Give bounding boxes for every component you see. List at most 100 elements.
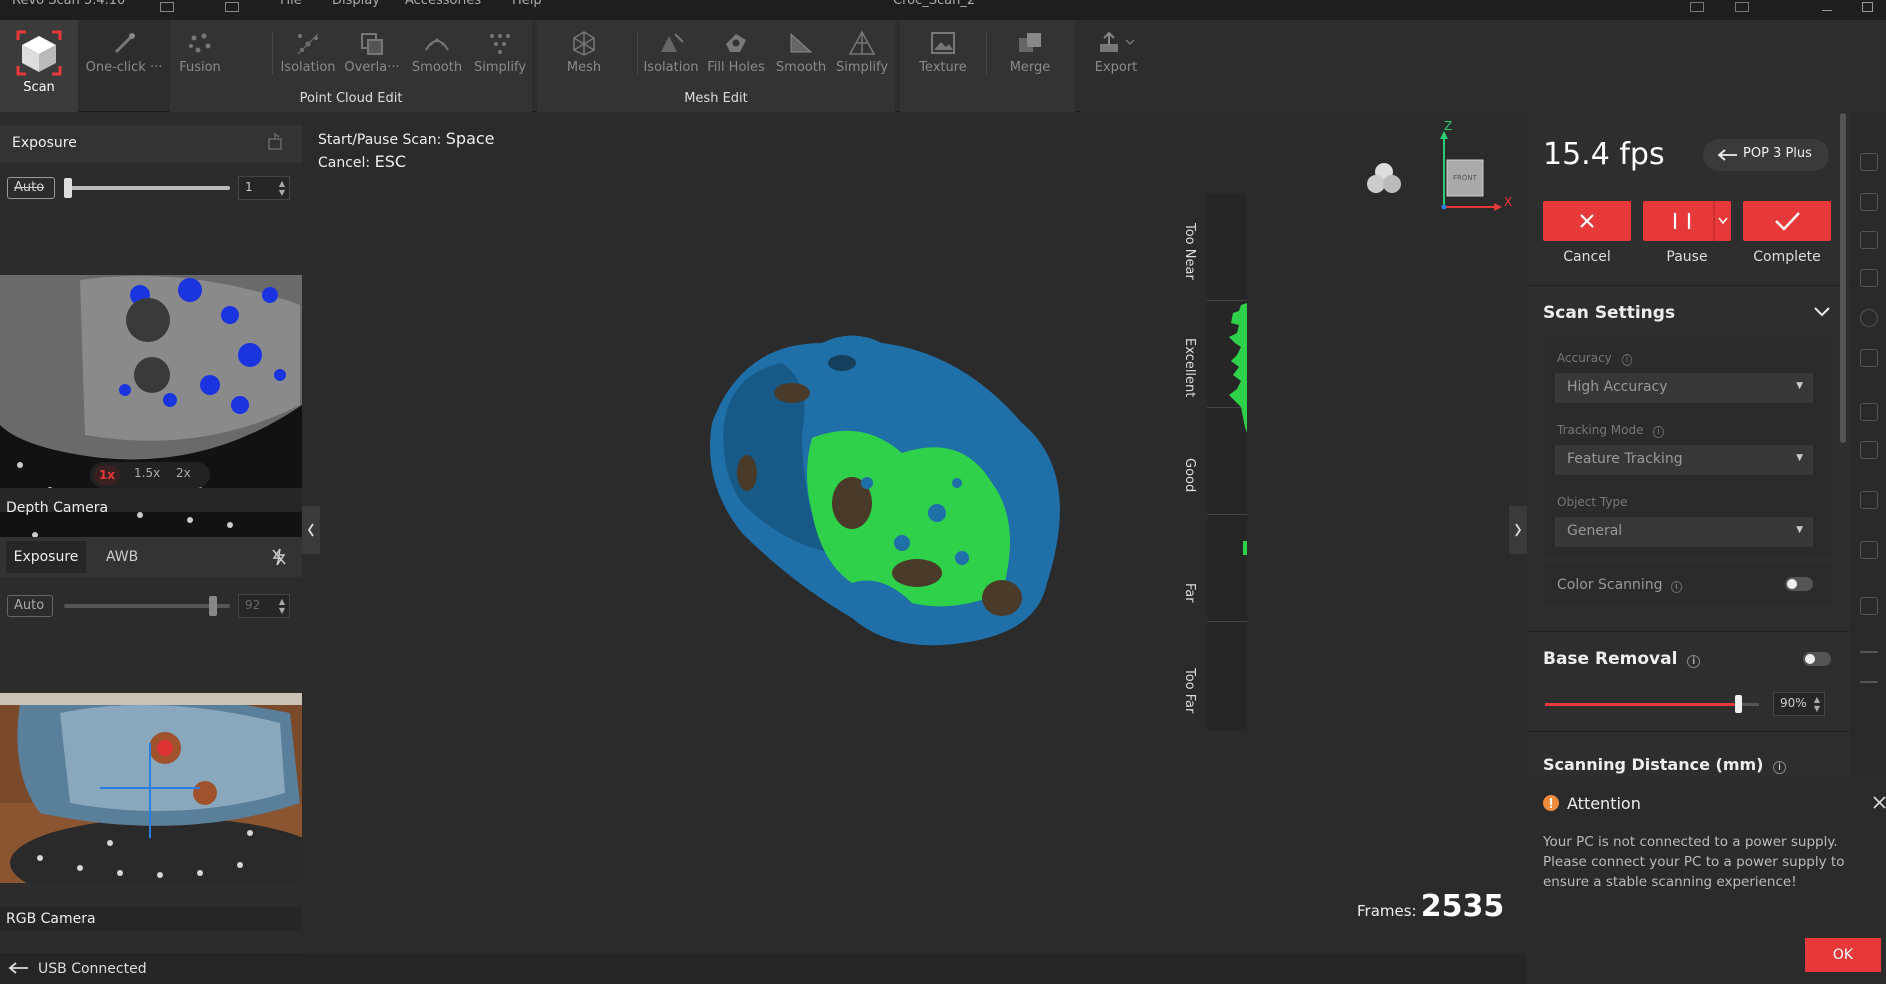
tab-exposure[interactable]: Exposure [6, 541, 86, 573]
flash-off-icon[interactable] [270, 547, 288, 567]
zoom-2x[interactable]: 2x [176, 466, 191, 480]
base-removal-toggle[interactable] [1803, 652, 1831, 666]
rgb-camera-preview[interactable] [0, 693, 302, 883]
rgb-exposure-slider[interactable] [64, 604, 230, 608]
zoom-1x[interactable]: 1x [94, 465, 120, 485]
mesh-button[interactable]: Mesh [559, 24, 609, 84]
annotation-icon[interactable] [1860, 441, 1878, 459]
stats-icon[interactable] [1860, 597, 1878, 615]
menu-accessories[interactable]: Accessories [405, 0, 481, 8]
scanning-distance-title: Scanning Distance (mm) i [1543, 755, 1786, 774]
info-icon[interactable]: i [1687, 655, 1701, 668]
tracking-mode-dropdown[interactable]: Feature Tracking ▼ [1555, 445, 1813, 475]
menu-display[interactable]: Display [332, 0, 380, 8]
pause-button[interactable] [1643, 201, 1731, 241]
point-cloud-edit-group: Fusion Isolation Overla··· Smooth Simpli… [170, 20, 532, 112]
tab-awb[interactable]: AWB [106, 549, 138, 565]
spin-arrows-icon[interactable]: ▲ ▼ [279, 597, 285, 615]
info-icon[interactable]: i [1671, 581, 1682, 593]
redo-icon[interactable] [1860, 681, 1878, 683]
accuracy-label: Accuracy i [1557, 351, 1633, 366]
invert-select-icon[interactable] [1860, 309, 1878, 327]
toolbar-divider [637, 32, 638, 74]
maximize-icon[interactable] [1862, 2, 1873, 12]
collapse-left-button[interactable] [302, 506, 320, 554]
info-icon[interactable]: i [1653, 426, 1664, 438]
save-icon[interactable] [160, 2, 174, 12]
settings-icon[interactable] [1735, 2, 1749, 12]
zoom-1-5x[interactable]: 1.5x [134, 466, 160, 480]
scanned-model[interactable] [702, 313, 1082, 663]
ok-button[interactable]: OK [1805, 938, 1881, 972]
one-click-button[interactable]: One-click ··· [84, 24, 164, 84]
select-tool-icon[interactable] [1860, 153, 1878, 171]
restore-icon[interactable] [265, 131, 285, 153]
depth-exposure-slider[interactable] [68, 186, 230, 190]
minimize-icon[interactable] [1822, 10, 1832, 11]
pc-simplify-button[interactable]: Simplify [468, 24, 532, 84]
window-icon[interactable] [225, 2, 239, 12]
texture-button[interactable]: Texture [912, 24, 974, 84]
fill-holes-button[interactable]: Fill Holes [703, 24, 769, 84]
complete-button[interactable] [1743, 201, 1831, 241]
panel-scrollbar[interactable] [1840, 113, 1846, 443]
device-selector[interactable]: POP 3 Plus [1703, 139, 1829, 171]
base-removal-slider[interactable] [1545, 703, 1759, 706]
object-type-value: General [1567, 523, 1623, 539]
delete-icon[interactable] [1860, 491, 1878, 509]
accuracy-dropdown[interactable]: High Accuracy ▼ [1555, 373, 1813, 403]
brush-select-icon[interactable] [1860, 269, 1878, 287]
base-removal-slider-handle[interactable] [1734, 695, 1742, 713]
clear-icon[interactable] [1860, 541, 1878, 559]
rgb-exposure-slider-handle[interactable] [208, 596, 217, 616]
depth-camera-preview[interactable]: 1x 1.5x 2x [0, 275, 302, 575]
mesh-isolation-button[interactable]: Isolation [641, 24, 701, 84]
app-title: Revo Scan 5.4.10 [12, 0, 126, 8]
attention-notification: Attention Your PC is not connected to a … [1527, 776, 1886, 984]
3d-viewport[interactable]: Start/Pause Scan: Space Cancel: ESC Z X … [302, 113, 1527, 953]
overlap-button[interactable]: Overla··· [342, 24, 402, 84]
fusion-label: Fusion [179, 60, 221, 75]
magic-wand-icon [114, 33, 135, 54]
base-removal-input[interactable]: 90% ▲ ▼ [1773, 692, 1825, 716]
pc-smooth-button[interactable]: Smooth [406, 24, 468, 84]
scan-button[interactable]: Scan [0, 20, 78, 112]
close-icon[interactable] [1873, 796, 1886, 809]
cancel-button[interactable] [1543, 201, 1631, 241]
info-icon[interactable]: i [1773, 761, 1786, 774]
color-mode-icon[interactable] [1364, 159, 1404, 197]
measure-icon[interactable] [1860, 403, 1878, 421]
menu-file[interactable]: File [280, 0, 302, 8]
feedback-icon[interactable] [1690, 2, 1704, 12]
mesh-smooth-button[interactable]: Smooth [771, 24, 831, 84]
undo-icon[interactable] [1860, 651, 1878, 653]
orientation-gizmo[interactable]: Z X FRONT [1432, 119, 1512, 213]
depth-exposure-slider-handle[interactable] [64, 178, 72, 198]
plane-cut-icon[interactable] [1860, 349, 1878, 367]
fusion-button[interactable]: Fusion [170, 24, 230, 84]
box-select-icon[interactable] [1860, 193, 1878, 211]
chevron-down-icon[interactable] [1813, 305, 1831, 319]
menu-help[interactable]: Help [512, 0, 542, 8]
color-scanning-toggle[interactable] [1785, 577, 1813, 591]
pc-isolation-button[interactable]: Isolation [278, 24, 338, 84]
object-type-dropdown[interactable]: General ▼ [1555, 517, 1813, 547]
rgb-auto-toggle[interactable]: Auto [7, 595, 53, 617]
spin-arrows-icon[interactable]: ▲ ▼ [279, 179, 285, 197]
chevron-right-icon [1515, 523, 1522, 537]
depth-exposure-input[interactable]: 1 ▲ ▼ [238, 176, 290, 200]
attention-line-3: ensure a stable scanning experience! [1543, 874, 1797, 890]
good-label: Good [1182, 458, 1197, 493]
base-removal-title: Base Removal i [1543, 649, 1701, 669]
lasso-select-icon[interactable] [1860, 231, 1878, 249]
spin-arrows-icon[interactable]: ▲ ▼ [1814, 695, 1820, 713]
zoom-selector: 1x 1.5x 2x [90, 462, 210, 488]
info-icon[interactable]: i [1621, 354, 1633, 366]
merge-button[interactable]: Merge [998, 24, 1062, 84]
depth-auto-toggle[interactable]: Auto [7, 177, 55, 199]
main-toolbar: Scan One-click ··· Fusion Isolation Over… [0, 20, 1886, 112]
mesh-simplify-button[interactable]: Simplify [831, 24, 893, 84]
rgb-exposure-input[interactable]: 92 ▲ ▼ [238, 594, 290, 618]
export-button[interactable]: Export [1084, 24, 1148, 84]
collapse-right-button[interactable] [1509, 506, 1527, 554]
